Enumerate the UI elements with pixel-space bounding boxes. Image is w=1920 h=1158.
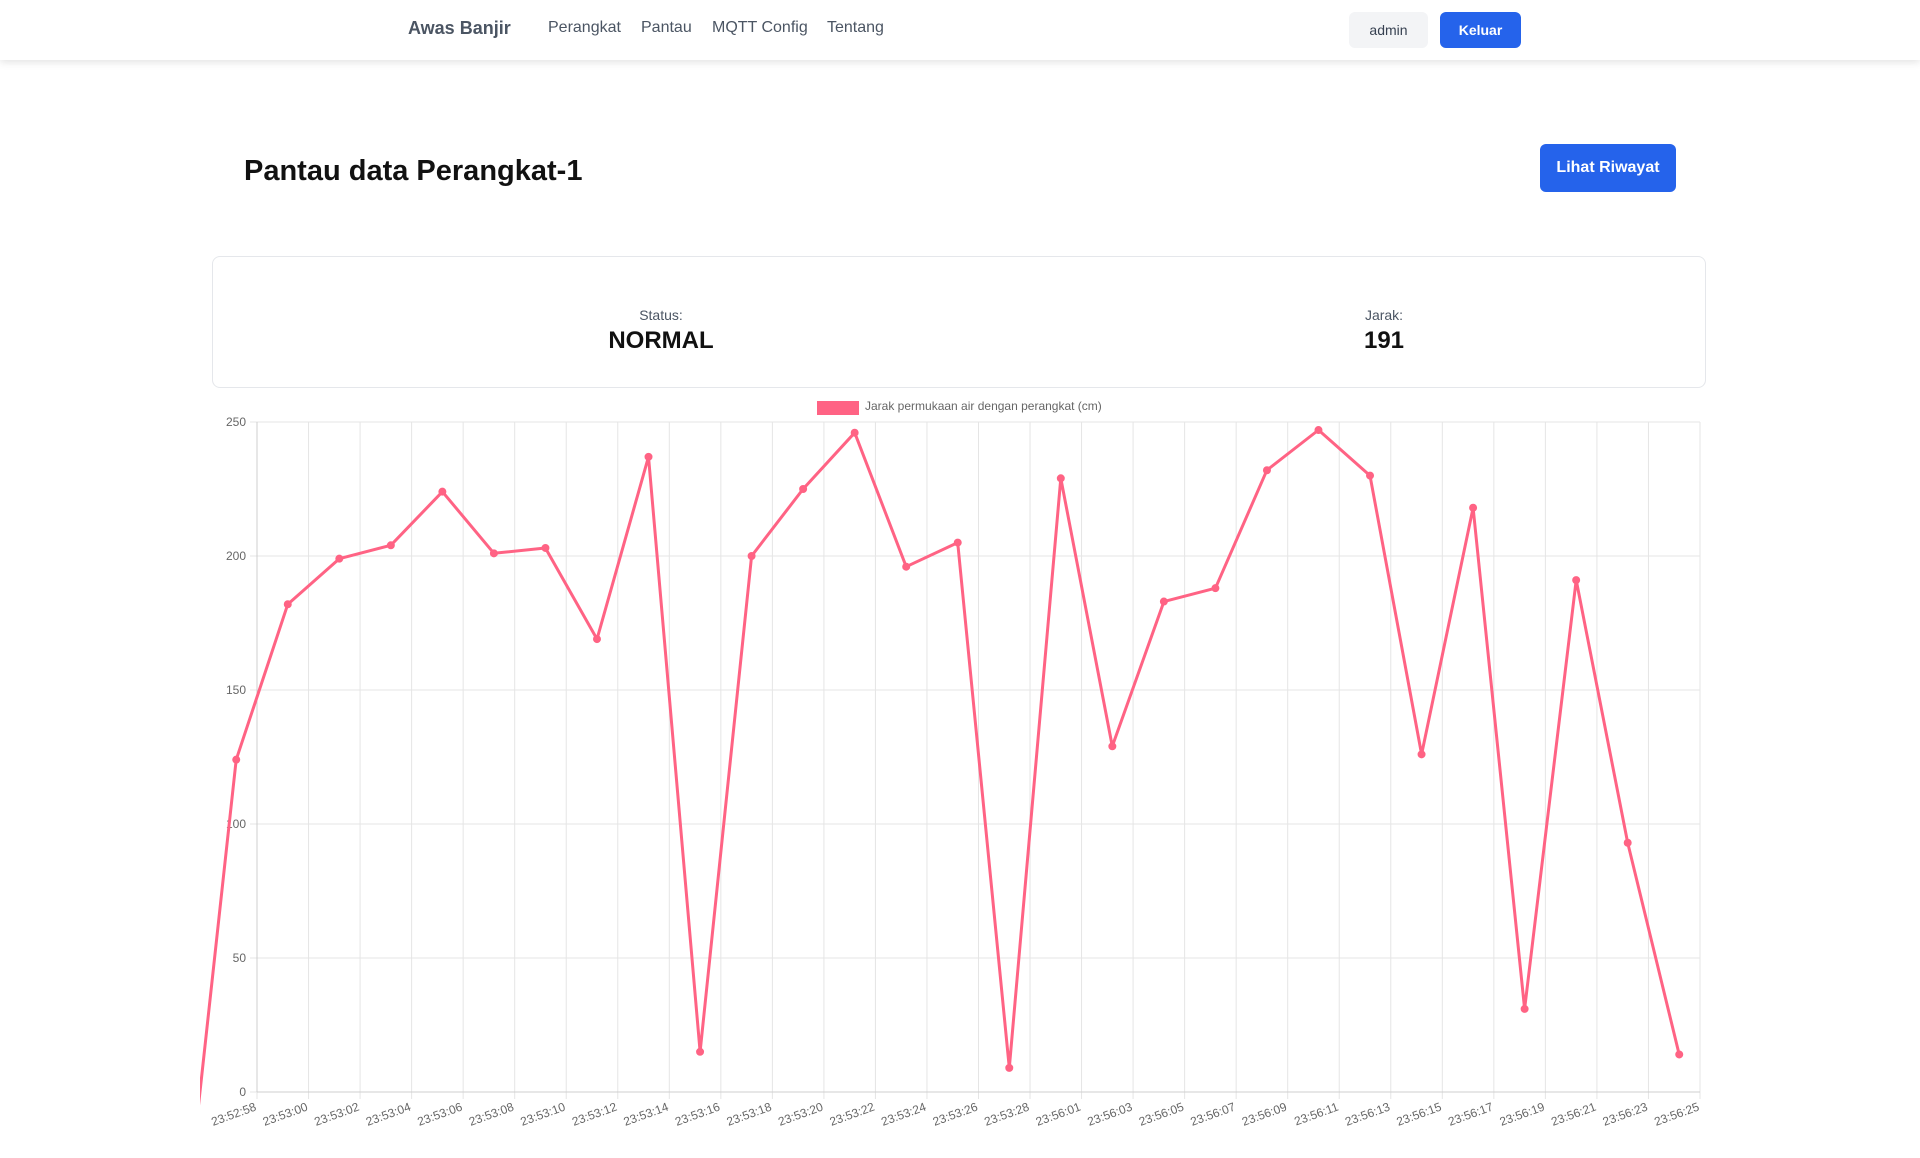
x-tick-label: 23:53:04	[364, 1100, 413, 1129]
x-tick-label: 23:53:00	[261, 1100, 310, 1129]
data-point[interactable]	[1056, 474, 1065, 483]
x-tick-label: 23:56:09	[1240, 1100, 1289, 1129]
distance-label: Jarak:	[1364, 307, 1404, 323]
data-point[interactable]	[696, 1047, 705, 1056]
x-tick-label: 23:56:11	[1292, 1100, 1340, 1129]
x-tick-label: 23:52:58	[209, 1100, 258, 1129]
x-tick-label: 23:53:22	[828, 1100, 877, 1129]
data-point[interactable]	[850, 428, 859, 437]
navbar: Awas Banjir Perangkat Pantau MQTT Config…	[0, 0, 1920, 60]
brand-logo[interactable]: Awas Banjir	[408, 18, 511, 39]
x-tick-label: 23:53:28	[982, 1100, 1031, 1129]
x-tick-label: 23:53:18	[725, 1100, 774, 1129]
x-tick-label: 23:56:23	[1601, 1100, 1650, 1129]
data-point[interactable]	[489, 549, 498, 558]
data-point[interactable]	[1108, 742, 1117, 751]
x-tick-label: 23:53:06	[415, 1100, 464, 1129]
data-point[interactable]	[644, 452, 653, 461]
y-tick-label: 200	[226, 549, 246, 563]
distance-value: 191	[1363, 327, 1405, 354]
x-tick-label: 23:56:17	[1446, 1100, 1495, 1129]
x-tick-label: 23:53:10	[519, 1100, 568, 1129]
nav-link-perangkat[interactable]: Perangkat	[548, 19, 621, 37]
x-tick-label: 23:56:15	[1395, 1100, 1444, 1129]
data-point[interactable]	[799, 485, 808, 493]
data-point[interactable]	[1366, 471, 1375, 480]
x-tick-label: 23:53:02	[312, 1100, 361, 1129]
data-point[interactable]	[541, 543, 550, 552]
x-tick-label: 23:53:24	[879, 1100, 928, 1129]
y-tick-label: 250	[226, 415, 246, 429]
data-point[interactable]	[386, 541, 395, 550]
y-tick-label: 150	[226, 683, 246, 697]
x-tick-label: 23:53:14	[622, 1100, 671, 1129]
logout-button[interactable]: Keluar	[1440, 12, 1521, 48]
x-tick-label: 23:56:05	[1137, 1100, 1186, 1129]
data-point[interactable]	[1262, 466, 1271, 475]
nav-link-tentang[interactable]: Tentang	[827, 19, 884, 37]
x-tick-label: 23:53:16	[673, 1100, 722, 1129]
data-point[interactable]	[1159, 597, 1168, 606]
user-menu-button[interactable]: admin	[1349, 12, 1428, 48]
x-tick-label: 23:56:25	[1652, 1100, 1701, 1129]
y-tick-label: 50	[233, 951, 247, 965]
y-tick-label: 0	[239, 1085, 246, 1099]
chart-container: Jarak permukaan air dengan perangkat (cm…	[0, 392, 1920, 1158]
status-label: Status:	[639, 307, 683, 323]
x-tick-label: 23:56:07	[1189, 1100, 1238, 1129]
x-tick-label: 23:56:21	[1549, 1100, 1598, 1129]
status-value: NORMAL	[608, 327, 714, 354]
data-point[interactable]	[1623, 838, 1632, 847]
data-point[interactable]	[1572, 576, 1581, 585]
data-point[interactable]	[1314, 426, 1323, 435]
view-history-button[interactable]: Lihat Riwayat	[1540, 144, 1676, 192]
series-line	[200, 428, 1681, 1106]
x-tick-label: 23:56:03	[1085, 1100, 1134, 1129]
x-tick-label: 23:53:12	[570, 1100, 619, 1129]
x-tick-label: 23:56:13	[1343, 1100, 1392, 1129]
status-stat: Status: NORMAL	[511, 307, 811, 355]
x-tick-label: 23:53:26	[931, 1100, 980, 1129]
data-point[interactable]	[438, 487, 447, 496]
data-point[interactable]	[1417, 750, 1426, 759]
data-point[interactable]	[232, 755, 241, 764]
data-point[interactable]	[592, 635, 601, 644]
data-point[interactable]	[1211, 584, 1220, 593]
x-tick-label: 23:56:01	[1034, 1100, 1083, 1129]
data-point[interactable]	[1675, 1050, 1684, 1059]
nav-link-pantau[interactable]: Pantau	[641, 19, 692, 37]
data-point[interactable]	[283, 600, 292, 609]
data-point[interactable]	[1005, 1063, 1014, 1072]
status-card: Status: NORMAL Jarak: 191	[212, 256, 1706, 388]
nav-link-mqtt-config[interactable]: MQTT Config	[712, 19, 808, 37]
data-point[interactable]	[953, 538, 962, 547]
data-point[interactable]	[1520, 1004, 1529, 1013]
distance-stat: Jarak: 191	[1234, 307, 1534, 355]
data-point[interactable]	[335, 554, 344, 563]
x-tick-label: 23:53:08	[467, 1100, 516, 1129]
line-chart: 05010015020025023:52:58 23:53:00 23:53:02 2…	[200, 415, 1701, 1129]
data-point[interactable]	[747, 552, 756, 560]
data-point[interactable]	[902, 562, 911, 571]
x-tick-label: 23:56:19	[1498, 1100, 1547, 1129]
page-title: Pantau data Perangkat-1	[244, 155, 583, 187]
x-tick-label: 23:53:20	[776, 1100, 825, 1129]
data-point[interactable]	[1469, 503, 1478, 512]
